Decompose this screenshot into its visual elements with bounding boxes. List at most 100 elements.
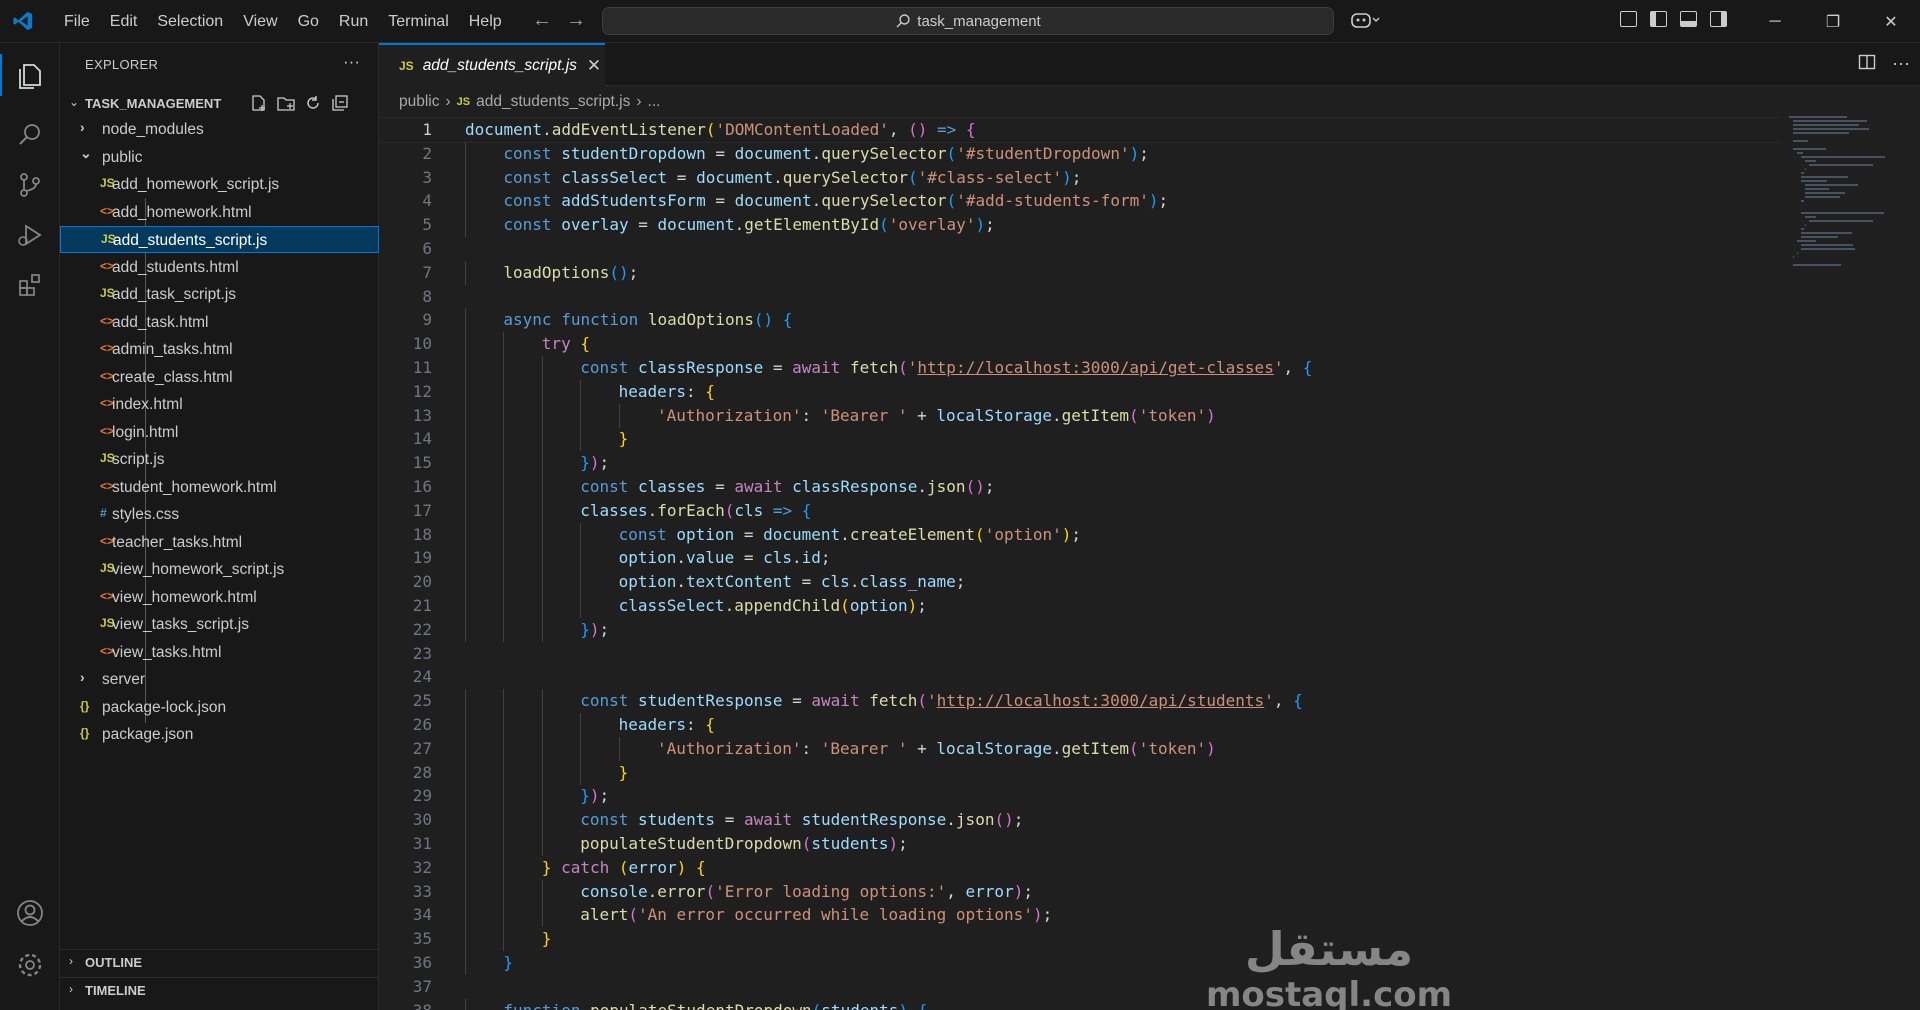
workspace-root[interactable]: ⌄ TASK_MANAGEMENT [60,91,379,117]
code-line: 27 'Authorization': 'Bearer ' + localStor… [379,736,1779,761]
minimap-line [1793,120,1867,122]
indent-guide [465,546,466,571]
collapse-all-icon[interactable] [331,94,349,112]
toggle-primary-sidebar-icon[interactable] [1650,11,1667,27]
tree-item[interactable]: JS add_homework_script.js [60,171,379,198]
menu-terminal[interactable]: Terminal [378,13,458,31]
indent-guide [541,379,543,404]
customize-layout-icon[interactable] [1620,11,1637,27]
run-debug-activity[interactable] [13,218,47,252]
minimap-line [1793,132,1850,134]
activity-bar [0,43,60,1010]
run-debug-icon [18,224,42,246]
tree-item[interactable]: <> add_students.html [60,254,379,281]
minimap-line [1793,140,1809,142]
code-token: alert [580,905,629,925]
code-token: ( [975,524,985,544]
code-token: const [503,143,552,163]
menu-view[interactable]: View [233,13,287,31]
tree-item[interactable]: <> add_homework.html [60,199,379,226]
tab-add-students-script[interactable]: JS add_students_script.js ✕ [379,43,605,86]
code-token: ) [907,596,918,615]
tree-item[interactable]: › server [60,666,379,693]
manage-activity[interactable] [13,948,47,982]
minimap-line [1801,228,1805,230]
code-line: 12 headers: { [379,379,1779,404]
menu-edit[interactable]: Edit [100,13,148,31]
tree-item[interactable]: <> login.html [60,419,379,446]
breadcrumb-folder[interactable]: public [399,93,440,111]
search-activity[interactable] [13,118,47,152]
minimap[interactable] [1789,116,1909,316]
command-center-search[interactable]: task_management [602,7,1334,35]
code-text: 'Authorization': 'Bearer ' + localStorag… [657,737,1216,761]
breadcrumb-symbols[interactable]: ... [648,93,661,111]
code-token: ; [599,453,610,473]
code-token: . [647,500,658,520]
split-editor-icon[interactable] [1858,53,1876,71]
tree-item[interactable]: {} package.json [60,721,379,748]
menu-file[interactable]: File [54,13,100,31]
back-arrow-icon[interactable]: ← [532,9,552,32]
restore-icon[interactable]: ❐ [1804,0,1862,43]
tree-item[interactable]: <> add_task.html [60,309,379,336]
code-text: document.addEventListener('DOMContentLoa… [465,118,976,142]
forward-arrow-icon[interactable]: → [566,9,586,32]
tree-item[interactable]: <> index.html [60,391,379,418]
code-token: ( [812,1001,822,1010]
toggle-secondary-sidebar-icon[interactable] [1710,11,1727,27]
timeline-section[interactable]: › TIMELINE [60,977,379,1004]
code-text: console.error('Error loading options:', … [580,880,1033,904]
tree-item[interactable]: JS script.js [60,446,379,473]
code-token: overlay [561,215,629,235]
tree-item[interactable]: <> create_class.html [60,364,379,391]
tree-item[interactable]: <> student_homework.html [60,474,379,501]
copilot-icon[interactable] [1350,10,1380,35]
tree-item[interactable]: JS add_task_script.js [60,281,379,308]
toggle-panel-icon[interactable] [1680,11,1697,27]
indent-guide [465,498,466,523]
line-number: 14 [412,429,432,449]
accounts-activity[interactable] [13,896,47,930]
code-editor[interactable]: 1 document.addEventListener('DOMContentLo… [379,116,1779,1010]
minimap-line [1801,180,1828,182]
more-actions-icon[interactable]: ··· [1892,53,1910,74]
outline-section[interactable]: › OUTLINE [60,949,379,976]
source-control-activity[interactable] [13,168,47,202]
minimize-icon[interactable]: ─ [1746,0,1804,43]
minimap-line [1793,128,1869,130]
tree-item[interactable]: › node_modules [60,116,379,143]
tree-item[interactable]: JS view_tasks_script.js [60,611,379,638]
close-window-icon[interactable]: ✕ [1862,0,1920,43]
code-token: ) [975,215,986,235]
breadcrumb-file[interactable]: add_students_script.js [476,93,630,111]
tree-item[interactable]: # styles.css [60,501,379,528]
code-token: document [465,120,543,139]
code-token: , [888,120,909,139]
code-token: , [1283,358,1303,377]
code-token: = [705,143,735,163]
menu-selection[interactable]: Selection [147,13,233,31]
new-file-icon[interactable] [250,94,268,112]
tree-item[interactable]: <> admin_tasks.html [60,336,379,363]
js-file-icon: JS [399,58,414,73]
tree-item[interactable]: <> view_homework.html [60,584,379,611]
explorer-activity[interactable] [0,54,60,96]
menu-go[interactable]: Go [288,13,329,31]
tree-item[interactable]: {} package-lock.json [60,694,379,721]
tree-item[interactable]: JS view_homework_script.js [60,556,379,583]
close-icon[interactable]: ✕ [587,56,601,76]
menu-run[interactable]: Run [329,13,378,31]
more-actions-icon[interactable]: ··· [343,52,360,72]
new-folder-icon[interactable] [277,94,295,112]
tree-item[interactable]: <> teacher_tasks.html [60,529,379,556]
menu-help[interactable]: Help [459,13,512,31]
code-token: addStudentsForm [561,191,706,211]
tree-item[interactable]: ⌄ public [60,144,379,171]
extensions-activity[interactable] [13,268,47,302]
vertical-scrollbar[interactable] [1906,116,1920,1010]
tree-item[interactable]: <> view_tasks.html [60,639,379,666]
refresh-icon[interactable] [304,94,322,112]
tree-item[interactable]: JS add_students_script.js [60,226,379,253]
